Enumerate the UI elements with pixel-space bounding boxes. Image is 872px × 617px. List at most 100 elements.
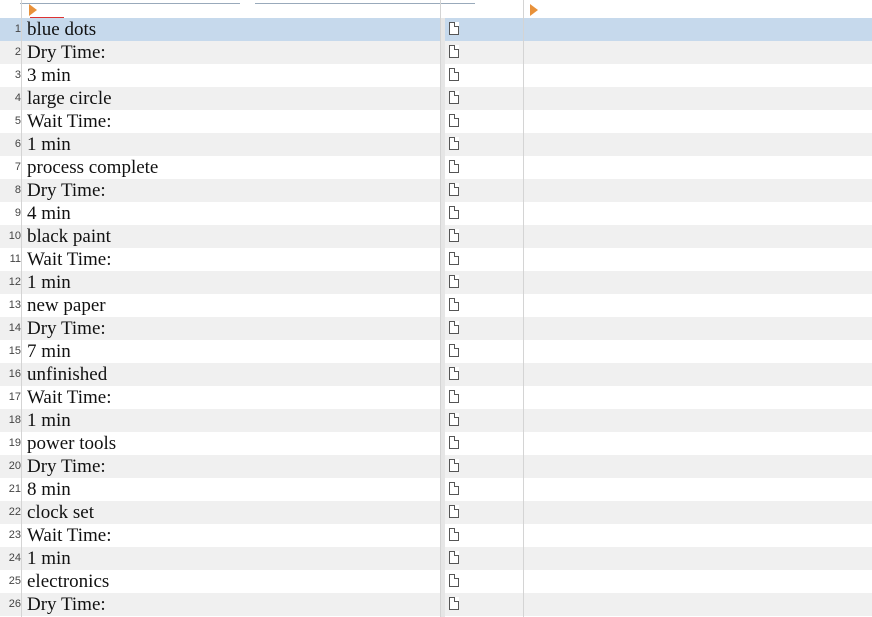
table-row[interactable]: 18 1 min — [0, 409, 872, 432]
cell-text[interactable]: large circle — [27, 87, 112, 110]
cell-text[interactable]: Dry Time: — [27, 593, 106, 616]
document-icon[interactable] — [449, 68, 459, 81]
cell-text[interactable]: 7 min — [27, 340, 71, 363]
row-number[interactable]: 25 — [0, 570, 21, 593]
row-number[interactable]: 3 — [0, 64, 21, 87]
row-number[interactable]: 24 — [0, 547, 21, 570]
row-number[interactable]: 5 — [0, 110, 21, 133]
cell-text[interactable]: unfinished — [27, 363, 107, 386]
cell-text[interactable]: new paper — [27, 294, 106, 317]
cell-text[interactable]: 1 min — [27, 271, 71, 294]
row-number[interactable]: 6 — [0, 133, 21, 156]
row-number[interactable]: 19 — [0, 432, 21, 455]
cell-text[interactable]: electronics — [27, 570, 109, 593]
document-icon[interactable] — [449, 436, 459, 449]
table-row[interactable]: 16 unfinished — [0, 363, 872, 386]
document-icon[interactable] — [449, 22, 459, 35]
table-row[interactable]: 1 blue dots — [0, 18, 872, 41]
row-number[interactable]: 7 — [0, 156, 21, 179]
document-icon[interactable] — [449, 574, 459, 587]
table-row[interactable]: 9 4 min — [0, 202, 872, 225]
table-row[interactable]: 13 new paper — [0, 294, 872, 317]
document-icon[interactable] — [449, 45, 459, 58]
row-number[interactable]: 22 — [0, 501, 21, 524]
column-separator[interactable] — [441, 18, 445, 617]
cell-text[interactable]: Dry Time: — [27, 41, 106, 64]
document-icon[interactable] — [449, 183, 459, 196]
row-number[interactable]: 15 — [0, 340, 21, 363]
row-number[interactable]: 2 — [0, 41, 21, 64]
document-icon[interactable] — [449, 367, 459, 380]
cell-text[interactable]: 4 min — [27, 202, 71, 225]
row-number[interactable]: 21 — [0, 478, 21, 501]
cell-text[interactable]: clock set — [27, 501, 94, 524]
row-number[interactable]: 1 — [0, 18, 21, 41]
row-number[interactable]: 13 — [0, 294, 21, 317]
cell-text[interactable]: power tools — [27, 432, 116, 455]
cell-text[interactable]: Wait Time: — [27, 248, 112, 271]
row-number[interactable]: 17 — [0, 386, 21, 409]
cell-text[interactable]: black paint — [27, 225, 111, 248]
document-icon[interactable] — [449, 597, 459, 610]
table-row[interactable]: 8 Dry Time: — [0, 179, 872, 202]
document-icon[interactable] — [449, 137, 459, 150]
cell-text[interactable]: Wait Time: — [27, 110, 112, 133]
document-icon[interactable] — [449, 114, 459, 127]
row-number[interactable]: 12 — [0, 271, 21, 294]
document-icon[interactable] — [449, 413, 459, 426]
document-icon[interactable] — [449, 459, 459, 472]
cell-text[interactable]: Dry Time: — [27, 455, 106, 478]
table-row[interactable]: 15 7 min — [0, 340, 872, 363]
document-icon[interactable] — [449, 482, 459, 495]
row-number[interactable]: 16 — [0, 363, 21, 386]
document-icon[interactable] — [449, 528, 459, 541]
row-number[interactable]: 11 — [0, 248, 21, 271]
table-row[interactable]: 23 Wait Time: — [0, 524, 872, 547]
cell-text[interactable]: Wait Time: — [27, 524, 112, 547]
row-number[interactable]: 4 — [0, 87, 21, 110]
cell-text[interactable]: 1 min — [27, 133, 71, 156]
document-icon[interactable] — [449, 229, 459, 242]
row-number[interactable]: 10 — [0, 225, 21, 248]
document-icon[interactable] — [449, 252, 459, 265]
table-row[interactable]: 26 Dry Time: — [0, 593, 872, 616]
row-number[interactable]: 20 — [0, 455, 21, 478]
document-icon[interactable] — [449, 275, 459, 288]
table-row[interactable]: 2 Dry Time: — [0, 41, 872, 64]
cell-text[interactable]: blue dots — [27, 18, 96, 41]
table-row[interactable]: 21 8 min — [0, 478, 872, 501]
row-number[interactable]: 8 — [0, 179, 21, 202]
table-row[interactable]: 24 1 min — [0, 547, 872, 570]
row-number[interactable]: 9 — [0, 202, 21, 225]
table-row[interactable]: 20 Dry Time: — [0, 455, 872, 478]
table-row[interactable]: 11 Wait Time: — [0, 248, 872, 271]
cell-text[interactable]: Wait Time: — [27, 386, 112, 409]
document-icon[interactable] — [449, 321, 459, 334]
cell-text[interactable]: 3 min — [27, 64, 71, 87]
cell-text[interactable]: process complete — [27, 156, 158, 179]
document-icon[interactable] — [449, 344, 459, 357]
table-row[interactable]: 22 clock set — [0, 501, 872, 524]
table-row[interactable]: 4 large circle — [0, 87, 872, 110]
document-icon[interactable] — [449, 91, 459, 104]
table-row[interactable]: 10 black paint — [0, 225, 872, 248]
document-icon[interactable] — [449, 160, 459, 173]
table-row[interactable]: 7 process complete — [0, 156, 872, 179]
table-row[interactable]: 12 1 min — [0, 271, 872, 294]
document-icon[interactable] — [449, 390, 459, 403]
table-row[interactable]: 17 Wait Time: — [0, 386, 872, 409]
cell-text[interactable]: 1 min — [27, 547, 71, 570]
cell-text[interactable]: Dry Time: — [27, 317, 106, 340]
table-row[interactable]: 14 Dry Time: — [0, 317, 872, 340]
table-row[interactable]: 3 3 min — [0, 64, 872, 87]
row-number[interactable]: 14 — [0, 317, 21, 340]
table-row[interactable]: 25 electronics — [0, 570, 872, 593]
row-number[interactable]: 23 — [0, 524, 21, 547]
document-icon[interactable] — [449, 298, 459, 311]
document-icon[interactable] — [449, 206, 459, 219]
row-number[interactable]: 18 — [0, 409, 21, 432]
cell-text[interactable]: Dry Time: — [27, 179, 106, 202]
table-row[interactable]: 5 Wait Time: — [0, 110, 872, 133]
table-row[interactable]: 19 power tools — [0, 432, 872, 455]
table-row[interactable]: 6 1 min — [0, 133, 872, 156]
